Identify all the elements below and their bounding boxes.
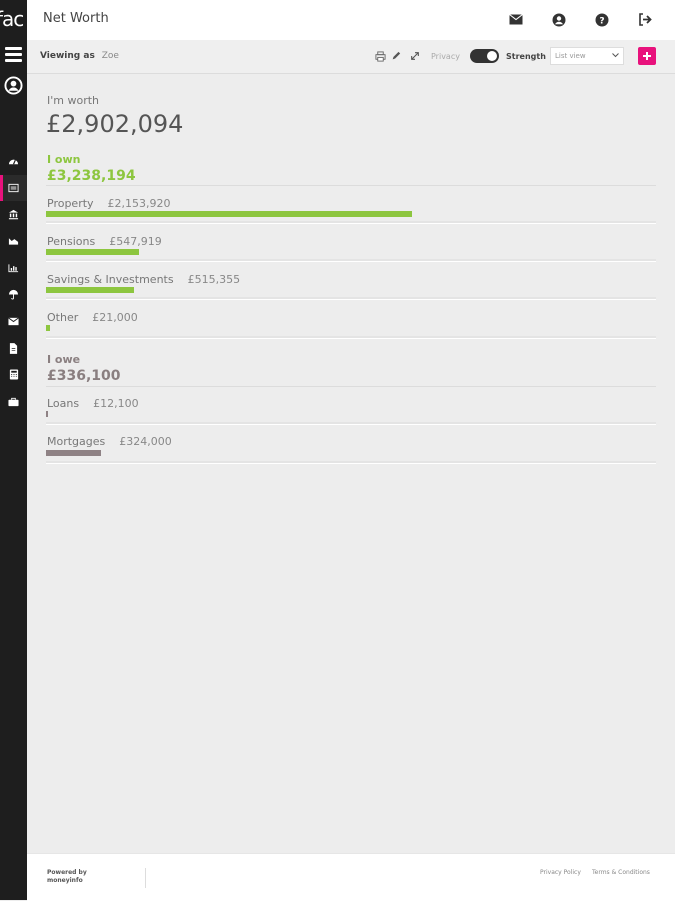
moneyinfo-logo[interactable]: moneyinfo — [47, 877, 87, 885]
envelope-icon[interactable] — [507, 11, 524, 28]
chevron-down-icon — [612, 52, 619, 60]
asset-bar — [46, 249, 139, 255]
asset-label: Savings & Investments £515,355 — [47, 273, 241, 286]
own-divider — [46, 185, 656, 186]
nav-calculator[interactable] — [0, 362, 27, 389]
balance-sheet-icon — [8, 183, 19, 193]
top-bar: Net Worth ? — [27, 0, 675, 40]
row-divider — [46, 259, 656, 262]
own-title: I own — [47, 153, 81, 166]
document-icon — [9, 342, 18, 354]
row-divider — [46, 461, 656, 464]
owe-title: I owe — [47, 353, 81, 366]
asset-label: Pensions £547,919 — [47, 235, 162, 248]
nav-banking[interactable] — [0, 201, 27, 228]
area-chart-icon — [8, 238, 19, 246]
view-mode-select[interactable]: List view — [550, 47, 624, 65]
liability-bar — [46, 450, 101, 456]
owe-total: £336,100 — [47, 368, 121, 384]
mail-icon — [8, 317, 19, 326]
page-title: Net Worth — [43, 11, 109, 26]
row-divider — [46, 221, 656, 224]
briefcase-icon — [8, 397, 19, 406]
dashboard-icon — [8, 159, 19, 165]
nav-area-chart[interactable] — [0, 228, 27, 255]
expand-icon[interactable] — [409, 50, 421, 62]
add-button[interactable] — [638, 47, 656, 65]
nav-net-worth[interactable] — [0, 174, 27, 202]
liability-label: Mortgages £324,000 — [47, 435, 172, 448]
nav-messages[interactable] — [0, 308, 27, 335]
sidebar-nav — [0, 148, 27, 415]
row-divider — [46, 297, 656, 300]
umbrella-icon — [8, 290, 19, 300]
help-icon[interactable]: ? — [593, 11, 610, 28]
nav-dashboard[interactable] — [0, 148, 27, 175]
toolbar: Viewing as Zoe Privacy Strength List vie… — [27, 40, 675, 74]
row-divider — [46, 422, 656, 425]
edit-icon[interactable] — [390, 50, 402, 62]
strength-label: Strength — [506, 52, 546, 61]
user-icon[interactable] — [550, 11, 567, 28]
nav-insurance[interactable] — [0, 281, 27, 308]
liability-amount: £12,100 — [93, 397, 139, 410]
asset-bar — [46, 287, 134, 293]
brand-logo[interactable]: fac — [0, 0, 27, 40]
asset-label: Property £2,153,920 — [47, 197, 171, 210]
plus-icon — [643, 52, 651, 60]
asset-amount: £515,355 — [187, 273, 241, 286]
terms-link[interactable]: Terms & Conditions — [592, 869, 650, 876]
view-mode-value: List view — [555, 52, 586, 60]
nav-bar-chart[interactable] — [0, 255, 27, 282]
nav-documents[interactable] — [0, 335, 27, 362]
user-avatar-icon[interactable] — [4, 76, 23, 95]
liability-amount: £324,000 — [119, 435, 172, 448]
privacy-toggle[interactable] — [470, 49, 499, 63]
privacy-label: Privacy — [431, 52, 460, 61]
privacy-policy-link[interactable]: Privacy Policy — [540, 869, 581, 876]
bar-chart-icon — [8, 264, 19, 273]
liability-label: Loans £12,100 — [47, 397, 139, 410]
svg-text:?: ? — [599, 16, 604, 26]
row-divider — [46, 336, 656, 339]
bank-icon — [8, 210, 19, 220]
own-total: £3,238,194 — [47, 168, 136, 184]
asset-label: Other £21,000 — [47, 311, 138, 324]
viewing-as-name[interactable]: Zoe — [102, 51, 119, 61]
viewing-as-label: Viewing as — [40, 51, 95, 61]
powered-by: Powered by moneyinfo — [47, 869, 87, 885]
footer-divider — [145, 868, 146, 888]
worth-value: £2,902,094 — [46, 110, 184, 138]
asset-amount: £21,000 — [92, 311, 138, 324]
print-icon[interactable] — [374, 50, 386, 62]
logout-icon[interactable] — [636, 11, 653, 28]
hamburger-menu-icon[interactable] — [5, 47, 22, 62]
worth-label: I'm worth — [47, 94, 100, 107]
sidebar: fac — [0, 0, 27, 900]
asset-amount: £547,919 — [109, 235, 162, 248]
liability-bar — [46, 411, 48, 417]
nav-business[interactable] — [0, 388, 27, 415]
asset-bar — [46, 211, 412, 217]
asset-amount: £2,153,920 — [107, 197, 171, 210]
asset-bar — [46, 325, 50, 331]
footer: Powered by moneyinfo Privacy Policy Term… — [27, 853, 675, 901]
calculator-icon — [9, 369, 18, 380]
owe-divider — [46, 386, 656, 387]
viewing-as: Viewing as Zoe — [40, 51, 119, 61]
